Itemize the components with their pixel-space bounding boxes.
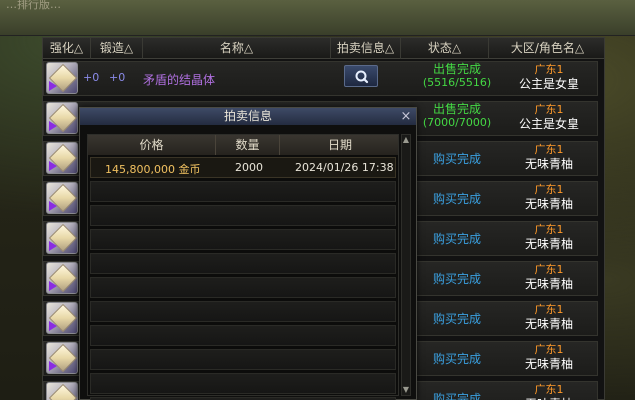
top-banner: …排行版… [0, 0, 635, 36]
region-role: 广东1无味青柚 [499, 342, 599, 372]
status-bought: 购买完成 [432, 272, 481, 286]
header-region-role[interactable]: 大区/角色名△ [489, 38, 606, 59]
item-crystal-icon[interactable] [46, 182, 78, 214]
play-marker-icon [49, 241, 57, 251]
qty-value: 2000 [235, 161, 263, 174]
popup-table-header: 价格 数量 日期 [88, 135, 398, 155]
region-name: 广东1 [534, 63, 564, 76]
banner-text: …排行版… [6, 0, 61, 11]
table-row-empty [90, 349, 396, 370]
status-quantity: (7000/7000) [422, 116, 492, 129]
price-value: 145,800,000 金币 [105, 163, 201, 176]
region-role: 广东1无味青柚 [499, 302, 599, 332]
region-role: 广东1 公主是女皇 [499, 102, 599, 132]
enhance-value: +0 [83, 71, 100, 84]
item-name[interactable]: 矛盾的结晶体 [143, 71, 215, 88]
popup-title: 拍卖信息 [80, 108, 416, 125]
list-header: 强化△ 锻造△ 名称△ 拍卖信息△ 状态△ 大区/角色名△ [43, 38, 604, 59]
item-crystal-icon[interactable] [46, 222, 78, 254]
table-row-empty [90, 253, 396, 274]
item-crystal-icon[interactable] [46, 142, 78, 174]
close-icon[interactable]: × [399, 108, 413, 125]
item-crystal-icon[interactable] [46, 302, 78, 334]
table-row-empty [90, 277, 396, 298]
auction-info-popup: 拍卖信息 × 价格 数量 日期 145,800,000 金币 2000 2024… [79, 107, 417, 400]
header-name[interactable]: 名称△ [143, 38, 331, 59]
status-text: 出售完成 [432, 102, 481, 116]
crystal-shape [48, 383, 77, 400]
auction-info-button[interactable] [344, 65, 378, 87]
header-enhance[interactable]: 强化△ [43, 38, 91, 59]
play-marker-icon [49, 281, 57, 291]
play-marker-icon [49, 361, 57, 371]
scroll-up-icon[interactable]: ▲ [402, 135, 410, 145]
role-name: 无味青柚 [524, 317, 573, 331]
magnifier-icon [355, 70, 369, 84]
region-role: 广东1无味青柚 [499, 262, 599, 292]
forge-value: +0 [109, 71, 126, 84]
item-crystal-icon[interactable] [46, 342, 78, 374]
region-name: 广东1 [534, 263, 564, 276]
region-name: 广东1 [534, 343, 564, 356]
header-forge[interactable]: 锻造△ [91, 38, 143, 59]
header-status[interactable]: 状态△ [401, 38, 489, 59]
status-bought: 购买完成 [432, 352, 481, 366]
table-row[interactable]: +0 +0 矛盾的结晶体 出售完成 (5516/5516) 广东1 公主是女皇 [43, 59, 606, 97]
table-row-empty [90, 301, 396, 322]
region-name: 广东1 [534, 103, 564, 116]
play-marker-icon [49, 201, 57, 211]
status-bought: 购买完成 [432, 312, 481, 326]
status-quantity: (5516/5516) [422, 76, 492, 89]
item-crystal-icon[interactable] [46, 102, 78, 134]
region-role: 广东1无味青柚 [499, 142, 599, 172]
role-name: 无味青柚 [524, 197, 573, 211]
auction-info-table: 价格 数量 日期 145,800,000 金币 2000 2024/01/26 … [87, 134, 399, 400]
popup-col-date: 日期 [327, 138, 352, 152]
role-name: 无味青柚 [524, 157, 573, 171]
role-name: 无味青柚 [524, 237, 573, 251]
play-marker-icon [49, 321, 57, 331]
region-name: 广东1 [534, 383, 564, 396]
play-marker-icon [49, 121, 57, 131]
item-crystal-icon[interactable] [46, 62, 78, 94]
role-name: 无味青柚 [524, 357, 573, 371]
region-role: 广东1 公主是女皇 [499, 62, 599, 92]
region-name: 广东1 [534, 183, 564, 196]
region-name: 广东1 [534, 143, 564, 156]
date-value: 2024/01/26 17:38 [295, 161, 394, 174]
status-sold: 出售完成 (7000/7000) [421, 102, 493, 130]
role-name: 无味青柚 [524, 277, 573, 291]
table-row-empty [90, 181, 396, 202]
table-row-empty [90, 325, 396, 346]
region-name: 广东1 [534, 303, 564, 316]
popup-scrollbar[interactable]: ▲ ▼ [401, 134, 411, 396]
role-name: 公主是女皇 [518, 117, 579, 131]
table-row-empty [90, 229, 396, 250]
region-role: 广东1无味青柚 [499, 182, 599, 212]
status-bought: 购买完成 [432, 192, 481, 206]
header-auction-info[interactable]: 拍卖信息△ [331, 38, 401, 59]
table-row-empty [90, 373, 396, 394]
region-name: 广东1 [534, 223, 564, 236]
scroll-down-icon[interactable]: ▼ [402, 385, 410, 395]
status-bought: 购买完成 [432, 392, 481, 400]
region-role: 广东1无味青柚 [499, 382, 599, 400]
region-role: 广东1无味青柚 [499, 222, 599, 252]
play-marker-icon [49, 161, 57, 171]
table-row-empty [90, 205, 396, 226]
status-text: 出售完成 [432, 62, 481, 76]
role-name: 公主是女皇 [518, 77, 579, 91]
popup-col-qty: 数量 [216, 135, 280, 155]
item-crystal-icon[interactable] [46, 382, 78, 400]
play-marker-icon [49, 81, 57, 91]
status-bought: 购买完成 [432, 152, 481, 166]
status-bought: 购买完成 [432, 232, 481, 246]
item-crystal-icon[interactable] [46, 262, 78, 294]
status-sold: 出售完成 (5516/5516) [421, 62, 493, 90]
table-row[interactable]: 145,800,000 金币 2000 2024/01/26 17:38 [90, 157, 396, 178]
popup-col-price: 价格 [88, 135, 216, 155]
